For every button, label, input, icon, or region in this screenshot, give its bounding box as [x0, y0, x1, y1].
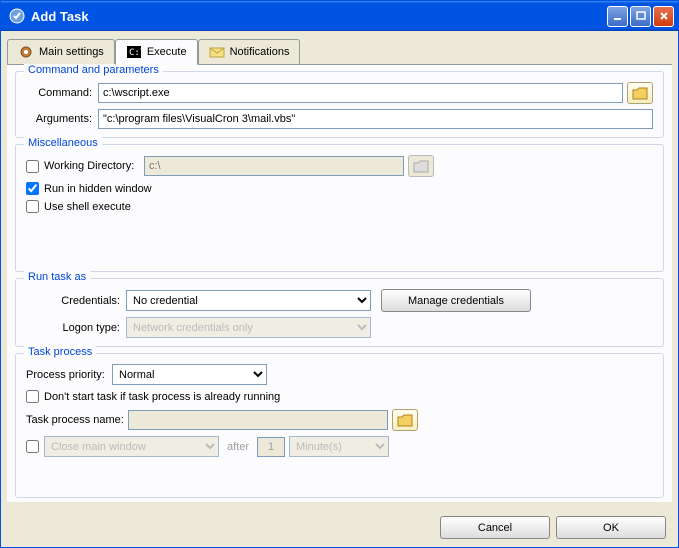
group-title: Run task as [24, 271, 90, 283]
arguments-label: Arguments: [26, 113, 98, 125]
working-directory-checkbox[interactable] [26, 160, 39, 173]
app-icon [9, 8, 25, 24]
command-label: Command: [26, 87, 98, 99]
close-action-select: Close main window [44, 436, 219, 457]
priority-select[interactable]: Normal [112, 364, 267, 385]
tab-content: Command and parameters Command: Argument… [7, 64, 672, 502]
use-shell-checkbox[interactable] [26, 200, 39, 213]
envelope-icon [209, 44, 225, 60]
folder-icon [397, 414, 413, 427]
tabs: Main settings C:\ Execute Notifications [1, 31, 678, 64]
browse-process-button[interactable] [392, 409, 418, 431]
task-process-group: Task process Process priority: Normal Do… [15, 353, 664, 498]
titlebar-text: Add Task [29, 9, 607, 24]
group-title: Task process [24, 346, 96, 358]
arguments-input[interactable] [98, 109, 653, 129]
folder-icon [632, 87, 648, 100]
tab-notifications[interactable]: Notifications [198, 39, 301, 64]
manage-credentials-button[interactable]: Manage credentials [381, 289, 531, 312]
working-directory-label: Working Directory: [44, 160, 144, 172]
group-title: Command and parameters [24, 64, 163, 76]
close-button[interactable] [653, 6, 674, 27]
folder-icon [413, 160, 429, 173]
after-unit-select: Minute(s) [289, 436, 389, 457]
logon-label: Logon type: [26, 322, 126, 334]
run-task-as-group: Run task as Credentials: No credential M… [15, 278, 664, 347]
nostart-label: Don't start task if task process is alre… [44, 391, 286, 403]
titlebar: Add Task [1, 1, 678, 31]
tab-label: Notifications [230, 46, 290, 58]
run-hidden-label: Run in hidden window [44, 183, 158, 195]
after-number-input [257, 437, 285, 457]
add-task-window: Add Task Main settings C:\ Execute Notif… [0, 0, 679, 548]
browse-working-dir-button [408, 155, 434, 177]
after-label: after [219, 441, 257, 453]
ok-button[interactable]: OK [556, 516, 666, 539]
run-hidden-checkbox[interactable] [26, 182, 39, 195]
tab-label: Main settings [39, 46, 104, 58]
command-input[interactable] [98, 83, 623, 103]
titlebar-buttons [607, 6, 674, 27]
terminal-icon: C:\ [126, 44, 142, 60]
gear-icon [18, 44, 34, 60]
credentials-label: Credentials: [26, 295, 126, 307]
dialog-buttons: Cancel OK [1, 508, 678, 547]
close-main-checkbox[interactable] [26, 440, 39, 453]
browse-command-button[interactable] [627, 82, 653, 104]
cancel-button[interactable]: Cancel [440, 516, 550, 539]
priority-label: Process priority: [26, 369, 112, 381]
working-directory-input [144, 156, 404, 176]
nostart-checkbox[interactable] [26, 390, 39, 403]
tab-label: Execute [147, 46, 187, 58]
command-parameters-group: Command and parameters Command: Argument… [15, 71, 664, 138]
task-name-label: Task process name: [26, 414, 128, 426]
task-process-name-input [128, 410, 388, 430]
svg-text:C:\: C:\ [129, 48, 142, 58]
credentials-select[interactable]: No credential [126, 290, 371, 311]
logon-type-select: Network credentials only [126, 317, 371, 338]
group-title: Miscellaneous [24, 137, 102, 149]
use-shell-label: Use shell execute [44, 201, 137, 213]
minimize-button[interactable] [607, 6, 628, 27]
tab-main-settings[interactable]: Main settings [7, 39, 115, 64]
maximize-button[interactable] [630, 6, 651, 27]
tab-execute[interactable]: C:\ Execute [115, 39, 198, 65]
miscellaneous-group: Miscellaneous Working Directory: Run in … [15, 144, 664, 272]
